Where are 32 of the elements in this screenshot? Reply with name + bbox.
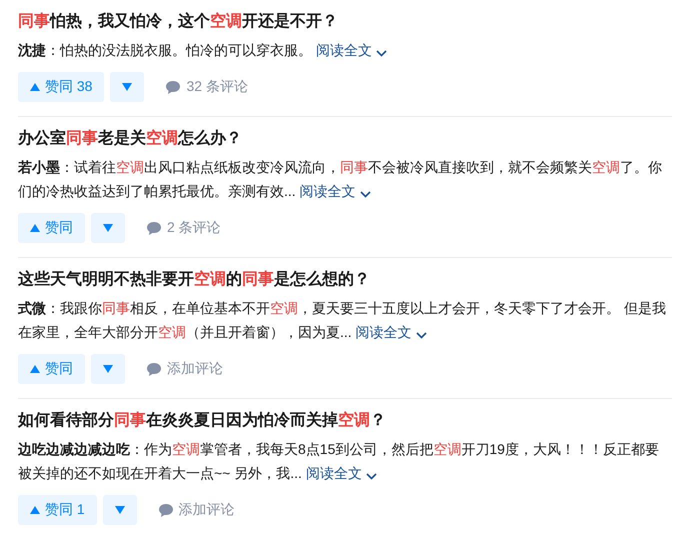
- answer-excerpt: 若小墨：试着往空调出风口粘点纸板改变冷风流向，同事不会被冷风直接吹到，就不会频繁关空调了。你们的冷热收益达到了帕累托最优。亲测有效... 阅读全文: [18, 158, 663, 201]
- read-more-link[interactable]: 阅读全文: [356, 324, 427, 340]
- speech-bubble-icon: [166, 80, 180, 94]
- read-more-link[interactable]: 阅读全文: [300, 183, 371, 199]
- chevron-down-icon: [366, 473, 377, 480]
- up-triangle-icon: [30, 506, 40, 514]
- downvote-button[interactable]: [110, 72, 144, 102]
- chevron-down-icon: [376, 50, 387, 57]
- speech-bubble-icon: [158, 504, 173, 516]
- question-title[interactable]: 如何看待部分同事在炎炎夏日因为怕冷而关掉空调？: [18, 409, 672, 433]
- question-title[interactable]: 办公室同事老是关空调怎么办？: [18, 127, 672, 151]
- down-triangle-icon: [122, 83, 132, 91]
- up-triangle-icon: [30, 365, 40, 373]
- speech-bubble-icon: [147, 362, 161, 376]
- answer-excerpt: 边吃边减边减边吃：作为空调掌管者，我每天8点15到公司，然后把空调开刀19度，大风！！！反正都要被关掉的还不如现在开着大一点~~ 另外，我... 阅读全文: [18, 440, 660, 483]
- down-triangle-icon: [103, 224, 113, 232]
- read-more-link[interactable]: 阅读全文: [316, 42, 387, 58]
- chevron-down-icon: [360, 191, 371, 198]
- down-triangle-icon: [114, 506, 125, 514]
- up-triangle-icon: [30, 224, 40, 232]
- chevron-down-icon: [416, 332, 427, 339]
- up-triangle-icon: [30, 83, 40, 91]
- read-more-link[interactable]: 阅读全文: [306, 465, 377, 481]
- answer-excerpt: 式微：我跟你同事相反，在单位基本不开空调，夏天要三十五度以上才会开，冬天零下了才会开。 但是我在家里，全年大部分开空调（并且开着窗），因为夏... 阅读全文: [18, 299, 667, 342]
- downvote-button[interactable]: [91, 354, 125, 384]
- downvote-button[interactable]: [91, 213, 125, 243]
- downvote-button[interactable]: [102, 495, 137, 525]
- answer-excerpt: 沈捷：怕热的没法脱衣服。怕冷的可以穿衣服。 阅读全文: [18, 38, 672, 62]
- question-title[interactable]: 同事怕热，我又怕冷，这个空调开还是不开？: [18, 10, 672, 34]
- speech-bubble-icon: [147, 222, 161, 234]
- question-title[interactable]: 这些天气明明不热非要开空调的同事是怎么想的？: [18, 268, 672, 292]
- down-triangle-icon: [103, 365, 113, 373]
